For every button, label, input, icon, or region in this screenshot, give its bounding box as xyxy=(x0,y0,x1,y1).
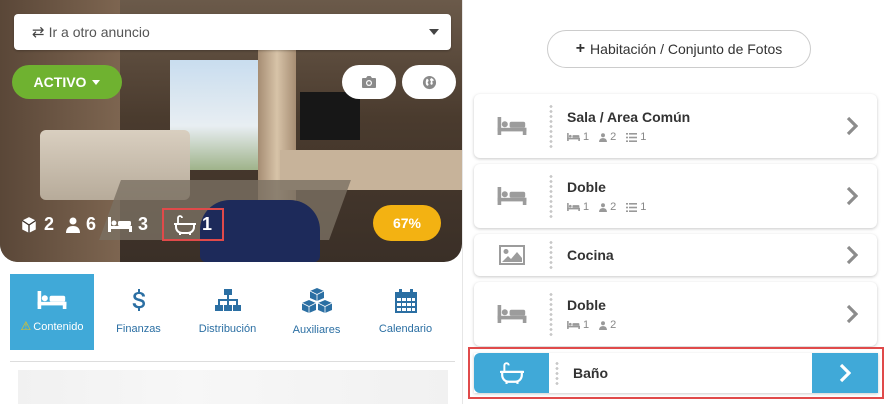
status-label: ACTIVO xyxy=(33,74,87,90)
content-placeholder xyxy=(18,370,448,404)
bed-icon xyxy=(497,187,526,205)
calendar-icon xyxy=(394,289,417,313)
listing-select[interactable]: ⇄ Ir a otro anuncio xyxy=(14,14,451,50)
bed-icon xyxy=(108,217,133,232)
room-items: 1 xyxy=(640,131,647,143)
tab-finanzas-label: Finanzas xyxy=(116,323,161,335)
room-beds: 1 xyxy=(583,201,590,213)
room-guests: 2 xyxy=(610,201,617,213)
chevron-right-icon xyxy=(846,116,858,136)
panel-divider xyxy=(462,0,463,404)
drag-handle[interactable] xyxy=(549,240,553,270)
user-icon xyxy=(599,202,608,212)
sitemap-icon xyxy=(214,289,241,311)
stat-rooms: 2 xyxy=(20,214,54,235)
listing-photo: ⇄ Ir a otro anuncio ACTIVO 2 6 3 1 67% xyxy=(0,0,462,262)
tab-distribucion[interactable]: Distribución xyxy=(183,274,272,350)
room-item[interactable]: Cocina xyxy=(474,234,877,276)
tab-contenido-label: Contenido xyxy=(33,321,84,333)
stat-baths-value: 1 xyxy=(202,214,213,234)
tab-finanzas[interactable]: Finanzas xyxy=(94,274,183,350)
tab-distribucion-label: Distribución xyxy=(198,323,257,335)
cube-icon xyxy=(21,216,37,233)
room-name: Sala / Area Común xyxy=(567,109,691,125)
user-icon xyxy=(599,320,608,330)
bath-icon xyxy=(499,362,524,384)
room-name: Doble xyxy=(567,297,606,313)
chevron-right-icon xyxy=(839,363,851,383)
camera-button[interactable] xyxy=(342,65,396,99)
listing-stats: 2 6 3 1 xyxy=(20,208,236,241)
listing-select-label: Ir a otro anuncio xyxy=(48,24,150,40)
drag-handle[interactable] xyxy=(555,361,559,385)
room-guests: 2 xyxy=(610,131,617,143)
tab-calendario-label: Calendario xyxy=(378,323,433,335)
stat-rooms-value: 2 xyxy=(44,214,55,234)
list-icon xyxy=(626,132,638,142)
globe-button[interactable] xyxy=(402,65,456,99)
bed-icon xyxy=(567,133,580,141)
chevron-right-icon xyxy=(846,186,858,206)
add-room-button[interactable]: + Habitación / Conjunto de Fotos xyxy=(547,30,811,68)
cubes-icon xyxy=(301,288,332,313)
room-beds: 1 xyxy=(583,131,590,143)
drag-handle[interactable] xyxy=(549,103,553,149)
room-guests: 2 xyxy=(610,319,617,331)
tabs-divider xyxy=(10,361,455,362)
completion-badge: 67% xyxy=(373,205,441,241)
chevron-down-icon xyxy=(429,29,439,35)
user-icon xyxy=(599,132,608,142)
globe-icon xyxy=(422,75,436,89)
dollar-icon xyxy=(132,289,145,311)
stat-guests-value: 6 xyxy=(86,214,97,234)
room-item[interactable]: Doble 1 2 xyxy=(474,282,877,346)
bed-icon xyxy=(567,203,580,211)
tab-auxiliares[interactable]: Auxiliares xyxy=(272,274,361,350)
swap-arrows-icon: ⇄ xyxy=(32,24,45,41)
bed-icon xyxy=(497,305,526,323)
bath-icon xyxy=(174,214,197,235)
chevron-right-icon xyxy=(846,304,858,324)
list-icon xyxy=(626,202,638,212)
plus-icon: + xyxy=(575,40,586,57)
bed-icon xyxy=(567,321,580,329)
tab-contenido[interactable]: ⚠ Contenido xyxy=(10,274,94,350)
room-item[interactable]: Doble 1 2 1 xyxy=(474,164,877,228)
drag-handle[interactable] xyxy=(549,173,553,219)
status-dropdown-button[interactable]: ACTIVO xyxy=(12,65,122,99)
camera-icon xyxy=(362,76,376,88)
image-icon xyxy=(498,245,525,265)
room-beds: 1 xyxy=(583,319,590,331)
section-tabs: ⚠ Contenido Finanzas Distribución Auxilia… xyxy=(10,274,455,350)
add-room-label: Habitación / Conjunto de Fotos xyxy=(590,41,783,57)
caret-down-icon xyxy=(92,79,101,85)
stat-beds-value: 3 xyxy=(138,214,149,234)
bed-icon xyxy=(37,291,67,309)
user-icon xyxy=(66,217,81,233)
room-item-selected[interactable]: Baño xyxy=(468,347,884,399)
room-item[interactable]: Sala / Area Común 1 2 1 xyxy=(474,94,877,158)
tab-calendario[interactable]: Calendario xyxy=(361,274,450,350)
bed-icon xyxy=(497,117,526,135)
stat-baths: 1 xyxy=(162,208,225,241)
chevron-right-icon xyxy=(846,245,858,265)
warning-icon: ⚠ xyxy=(20,319,32,333)
room-name: Cocina xyxy=(567,247,614,263)
tab-auxiliares-label: Auxiliares xyxy=(292,324,341,336)
stat-guests: 6 xyxy=(66,214,96,235)
stat-beds: 3 xyxy=(108,214,148,235)
room-name: Baño xyxy=(573,365,608,381)
drag-handle[interactable] xyxy=(549,291,553,337)
room-name: Doble xyxy=(567,179,606,195)
room-items: 1 xyxy=(640,201,647,213)
